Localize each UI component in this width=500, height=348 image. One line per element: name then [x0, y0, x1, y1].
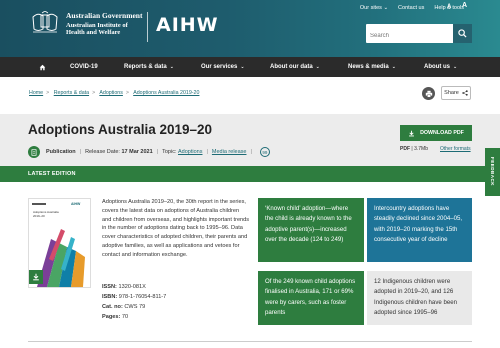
share-icon — [462, 90, 468, 96]
font-decrease-button[interactable]: A — [447, 4, 451, 10]
cover-logo: AIHW — [71, 202, 81, 206]
fact-value: CWS 79 — [124, 304, 146, 310]
nav-label: About us — [424, 64, 450, 70]
site-header: Australian Government Australian Institu… — [0, 0, 500, 57]
breadcrumb-current[interactable]: Adoptions Australia 2019-20 — [133, 90, 199, 96]
breadcrumb-separator: > — [92, 90, 96, 96]
meta-separator: | — [156, 149, 159, 155]
gov-logo-text[interactable]: Australian Government Australian Institu… — [66, 12, 142, 37]
nav-news-media[interactable]: News & media ⌄ — [348, 57, 396, 77]
nav-about-us[interactable]: About us ⌄ — [424, 57, 457, 77]
coat-of-arms-icon — [32, 11, 58, 33]
search-button[interactable] — [453, 24, 472, 43]
cover-year: 2019–20 — [33, 214, 45, 218]
key-finding-tile: Intercountry adoptions have steadily dec… — [367, 198, 472, 262]
chevron-down-icon: ⌄ — [383, 5, 389, 11]
nav-reports-data[interactable]: Reports & data ⌄ — [124, 57, 174, 77]
feedback-tab[interactable]: FEEDBACK — [485, 148, 500, 196]
font-increase-button[interactable]: A — [462, 2, 467, 9]
other-formats-link[interactable]: Other formats — [440, 146, 471, 152]
meta-separator: | — [250, 149, 252, 155]
citation-badge[interactable]: 99 — [259, 147, 270, 157]
share-button[interactable]: Share — [441, 86, 471, 100]
nav-label: Our services — [201, 64, 238, 70]
nav-home[interactable] — [39, 57, 46, 77]
contact-us-link[interactable]: Contact us — [398, 5, 424, 11]
fact-label: ISBN: — [102, 294, 118, 300]
fact-label: Pages: — [102, 314, 121, 320]
nav-our-services[interactable]: Our services ⌄ — [201, 57, 245, 77]
cover-download-button[interactable] — [29, 270, 43, 284]
media-release-link[interactable]: Media release — [212, 149, 247, 155]
search-box — [366, 24, 472, 46]
chevron-down-icon: ⌄ — [315, 64, 320, 70]
nav-label: About our data — [270, 64, 313, 70]
report-facts: ISSN: 1320-081X ISBN: 978-1-76054-811-7 … — [102, 282, 166, 322]
nav-label: Reports & data — [124, 64, 167, 70]
topic-label: Topic: — [162, 149, 177, 155]
cover-title: Adoptions Australia 2019–20 — [33, 210, 59, 218]
printer-icon — [425, 90, 432, 97]
pdf-filesize: 3.7Mb — [414, 146, 428, 152]
logo-divider — [147, 12, 148, 42]
fact-value: 1320-081X — [118, 284, 146, 290]
publication-type: Publication — [46, 149, 76, 155]
fact-isbn: ISBN: 978-1-76054-811-7 — [102, 292, 166, 302]
breadcrumb-bar: Home > Reports & data > Adoptions > Adoptio… — [0, 77, 500, 114]
download-icon — [409, 130, 415, 136]
latest-edition-banner: LATEST EDITION — [0, 166, 500, 182]
search-icon — [458, 29, 467, 38]
meta-separator: | — [79, 149, 82, 155]
download-pdf-button[interactable]: DOWNLOAD PDF — [400, 125, 472, 141]
title-band: Adoptions Australia 2019–20 Publication … — [0, 114, 500, 166]
aihw-logo[interactable]: AIHW — [156, 14, 219, 36]
chevron-down-icon: ⌄ — [240, 64, 245, 70]
main-nav: COVID-19 Reports & data ⌄ Our services ⌄ A… — [0, 57, 500, 77]
report-summary: Adoptions Australia 2019–20, the 30th re… — [102, 199, 250, 258]
fact-issn: ISSN: 1320-081X — [102, 282, 166, 292]
fact-label: ISSN: — [102, 284, 117, 290]
fact-pages: Pages: 70 — [102, 312, 166, 322]
gov-name: Australian Government — [66, 11, 143, 20]
nav-about-our-data[interactable]: About our data ⌄ — [270, 57, 320, 77]
nav-label: News & media — [348, 64, 389, 70]
our-sites-link[interactable]: Our sites ⌄ — [360, 5, 388, 11]
breadcrumb-adoptions[interactable]: Adoptions — [99, 90, 123, 96]
release-date: 17 Mar 2021 — [121, 149, 153, 155]
release-label: Release Date: — [85, 149, 120, 155]
key-finding-tile: Of the 249 known child adoptions finalis… — [258, 271, 364, 325]
key-finding-tile: 12 Indigenous children were adopted in 2… — [367, 271, 472, 325]
breadcrumb: Home > Reports & data > Adoptions > Adoptio… — [29, 90, 199, 96]
topic-link[interactable]: Adoptions — [178, 149, 202, 155]
page-title: Adoptions Australia 2019–20 — [28, 122, 213, 137]
chevron-down-icon: ⌄ — [453, 64, 458, 70]
meta-separator: | — [206, 149, 208, 155]
breadcrumb-reports-data[interactable]: Reports & data — [54, 90, 89, 96]
breadcrumb-separator: > — [125, 90, 129, 96]
fact-label: Cat. no: — [102, 304, 123, 310]
home-icon — [39, 64, 46, 70]
section-divider — [28, 341, 472, 342]
nav-covid[interactable]: COVID-19 — [70, 57, 98, 77]
print-button[interactable] — [422, 87, 435, 100]
share-label: Share — [444, 90, 459, 96]
fact-value: 978-1-76054-811-7 — [118, 294, 167, 300]
fact-catno: Cat. no: CWS 79 — [102, 302, 166, 312]
download-icon — [33, 273, 39, 281]
pdf-format: PDF — [400, 146, 410, 152]
pdf-size: PDF | 3.7Mb — [400, 146, 428, 152]
search-input[interactable] — [366, 26, 450, 46]
key-finding-tile: ‘Known child’ adoption—where the child i… — [258, 198, 364, 262]
chevron-down-icon: ⌄ — [169, 64, 174, 70]
our-sites-label: Our sites — [359, 5, 382, 11]
institute-name-line2: Health and Welfare — [66, 28, 121, 36]
chevron-down-icon: ⌄ — [391, 64, 396, 70]
download-label: DOWNLOAD PDF — [420, 130, 464, 136]
breadcrumb-separator: > — [46, 90, 50, 96]
publication-icon — [28, 146, 40, 158]
fact-value: 70 — [121, 314, 129, 320]
publication-meta: Publication | Release Date: 17 Mar 2021 … — [28, 146, 270, 158]
breadcrumb-home[interactable]: Home — [29, 90, 43, 96]
